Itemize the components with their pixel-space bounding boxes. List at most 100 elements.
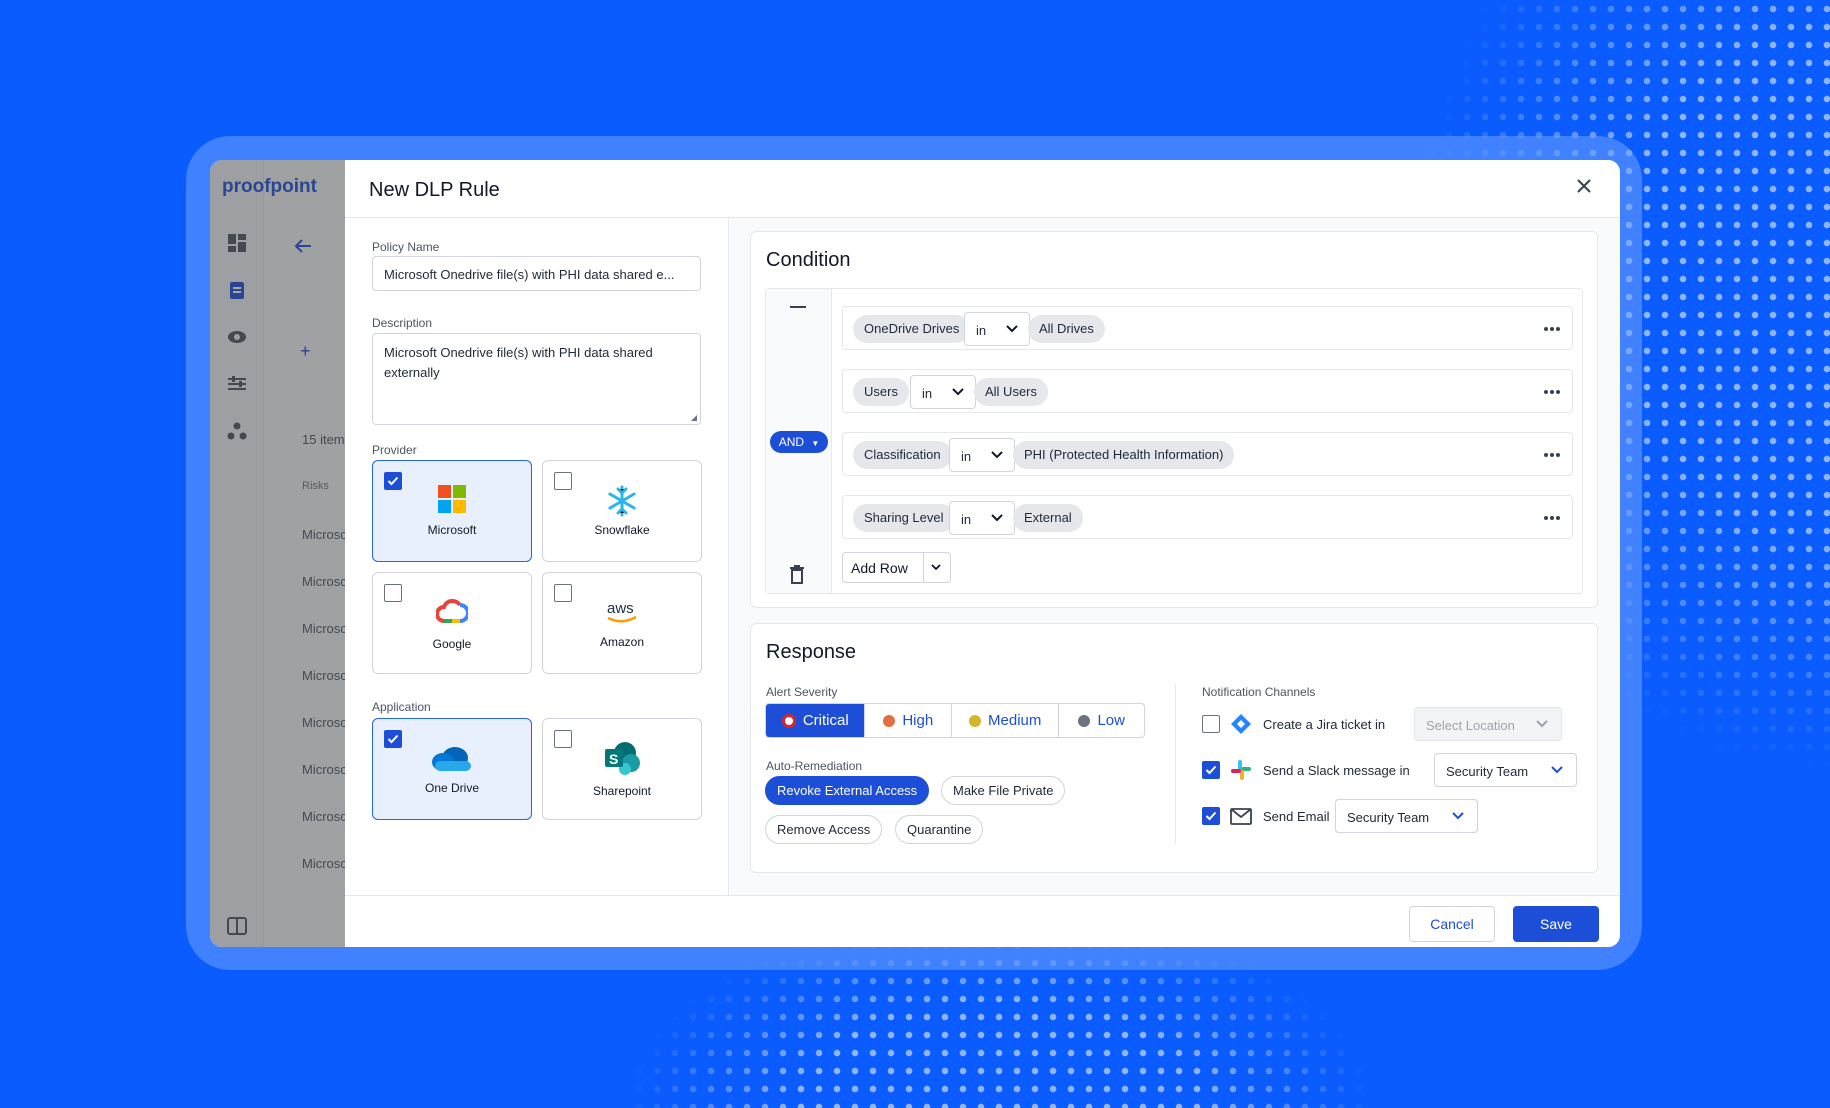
condition-row: Users in All Users xyxy=(842,369,1573,413)
condition-operator-select[interactable]: in xyxy=(949,438,1015,472)
condition-operator-select[interactable]: in xyxy=(964,312,1030,346)
application-tile-onedrive[interactable]: One Drive xyxy=(372,718,532,820)
jira-checkbox[interactable] xyxy=(1202,715,1220,733)
severity-low-label: Low xyxy=(1097,712,1125,729)
condition-card: Condition AND ▼ OneDrive Drives in All D… xyxy=(750,231,1598,608)
caret-down-icon: ▼ xyxy=(811,439,820,448)
condition-field-chip[interactable]: OneDrive Drives xyxy=(853,315,971,343)
email-recipient-value: Security Team xyxy=(1347,810,1430,825)
medium-dot-icon xyxy=(969,714,982,727)
email-recipient-select[interactable]: Security Team xyxy=(1335,799,1478,833)
high-dot-icon xyxy=(883,714,896,727)
logic-operator-label: AND xyxy=(778,435,805,449)
resize-handle[interactable] xyxy=(691,415,697,421)
severity-critical-button[interactable]: Critical xyxy=(766,704,866,737)
provider-checkbox[interactable] xyxy=(554,584,572,602)
add-row-label: Add Row xyxy=(851,560,908,576)
modal-backdrop xyxy=(210,160,346,947)
add-row-button[interactable]: Add Row xyxy=(842,552,951,583)
response-title: Response xyxy=(766,641,857,663)
slack-channel-select[interactable]: Security Team xyxy=(1434,753,1577,787)
low-dot-icon xyxy=(1078,714,1091,727)
provider-checkbox[interactable] xyxy=(384,584,402,602)
microsoft-logo-icon xyxy=(438,485,466,513)
logic-operator-toggle[interactable]: AND ▼ xyxy=(770,431,828,453)
application-tile-sharepoint[interactable]: S Sharepoint xyxy=(542,718,702,820)
chevron-down-icon[interactable] xyxy=(931,564,941,571)
policy-name-input[interactable]: Microsoft Onedrive file(s) with PHI data… xyxy=(372,256,701,291)
close-button[interactable] xyxy=(1572,176,1596,200)
google-cloud-logo-icon xyxy=(436,599,468,623)
modal-footer: Cancel Save xyxy=(345,895,1620,947)
condition-value-chip[interactable]: All Drives xyxy=(1028,315,1105,343)
chevron-down-icon xyxy=(1536,720,1548,728)
severity-medium-button[interactable]: Medium xyxy=(952,704,1060,737)
aws-logo-icon: aws xyxy=(607,600,637,623)
remove-access-button[interactable]: Remove Access xyxy=(765,815,883,844)
collapse-minus-icon[interactable] xyxy=(790,306,806,308)
provider-tile-amazon[interactable]: aws Amazon xyxy=(542,572,702,674)
provider-checkbox[interactable] xyxy=(384,472,402,490)
condition-value-chip[interactable]: All Users xyxy=(974,378,1049,406)
split-divider xyxy=(923,553,924,582)
provider-tile-google[interactable]: Google xyxy=(372,572,532,674)
description-label: Description xyxy=(372,316,433,330)
email-checkbox[interactable] xyxy=(1202,807,1220,825)
condition-builder: AND ▼ OneDrive Drives in All Drives User… xyxy=(765,288,1583,594)
trash-icon[interactable] xyxy=(789,565,805,584)
response-card: Response Alert Severity Critical High Me… xyxy=(750,623,1598,873)
close-icon xyxy=(1577,179,1591,193)
svg-text:aws: aws xyxy=(607,600,634,617)
chevron-down-icon xyxy=(1006,325,1018,333)
more-options-icon[interactable] xyxy=(1544,390,1560,394)
severity-high-button[interactable]: High xyxy=(865,704,953,737)
snowflake-logo-icon xyxy=(608,485,636,517)
operator-value: in xyxy=(961,449,972,464)
save-button[interactable]: Save xyxy=(1513,906,1599,942)
application-checkbox[interactable] xyxy=(384,730,402,748)
response-divider xyxy=(1175,684,1176,844)
jira-location-select[interactable]: Select Location xyxy=(1414,707,1562,741)
condition-operator-select[interactable]: in xyxy=(910,375,976,409)
make-file-private-button[interactable]: Make File Private xyxy=(941,776,1066,805)
modal-title: New DLP Rule xyxy=(369,179,500,201)
sharepoint-logo-icon: S xyxy=(605,742,640,775)
jira-text: Create a Jira ticket in xyxy=(1263,717,1386,732)
rule-details-pane: Policy Name Microsoft Onedrive file(s) w… xyxy=(345,218,729,895)
provider-checkbox[interactable] xyxy=(554,472,572,490)
alert-severity-label: Alert Severity xyxy=(766,685,838,699)
slack-text: Send a Slack message in xyxy=(1263,763,1410,778)
condition-field-chip[interactable]: Users xyxy=(853,378,909,406)
slack-checkbox[interactable] xyxy=(1202,761,1220,779)
condition-operator-select[interactable]: in xyxy=(949,501,1015,535)
policy-name-label: Policy Name xyxy=(372,240,440,254)
condition-field-chip[interactable]: Classification xyxy=(853,441,952,469)
description-text: Microsoft Onedrive file(s) with PHI data… xyxy=(384,345,653,380)
quarantine-button[interactable]: Quarantine xyxy=(895,815,984,844)
severity-low-button[interactable]: Low xyxy=(1059,704,1144,737)
condition-value-chip[interactable]: External xyxy=(1013,504,1083,532)
more-options-icon[interactable] xyxy=(1544,453,1560,457)
notification-channels-label: Notification Channels xyxy=(1202,685,1316,699)
auto-remediation-label: Auto-Remediation xyxy=(766,759,863,773)
chevron-down-icon xyxy=(1551,766,1563,774)
chevron-down-icon xyxy=(1452,812,1464,820)
provider-tile-snowflake[interactable]: Snowflake xyxy=(542,460,702,562)
provider-tile-microsoft[interactable]: Microsoft xyxy=(372,460,532,562)
cancel-button[interactable]: Cancel xyxy=(1409,906,1495,942)
jira-location-value: Select Location xyxy=(1426,718,1515,733)
application-label: Application xyxy=(372,700,431,714)
condition-value-chip[interactable]: PHI (Protected Health Information) xyxy=(1013,441,1235,469)
operator-value: in xyxy=(976,323,987,338)
condition-gutter: AND ▼ xyxy=(766,289,832,593)
condition-row: Sharing Level in External xyxy=(842,495,1573,539)
operator-value: in xyxy=(922,386,933,401)
more-options-icon[interactable] xyxy=(1544,327,1560,331)
description-textarea[interactable]: Microsoft Onedrive file(s) with PHI data… xyxy=(372,333,701,425)
condition-field-chip[interactable]: Sharing Level xyxy=(853,504,955,532)
critical-dot-icon xyxy=(781,713,796,728)
application-checkbox[interactable] xyxy=(554,730,572,748)
revoke-external-access-button[interactable]: Revoke External Access xyxy=(765,776,930,805)
more-options-icon[interactable] xyxy=(1544,516,1560,520)
provider-label-google: Google xyxy=(432,637,472,651)
